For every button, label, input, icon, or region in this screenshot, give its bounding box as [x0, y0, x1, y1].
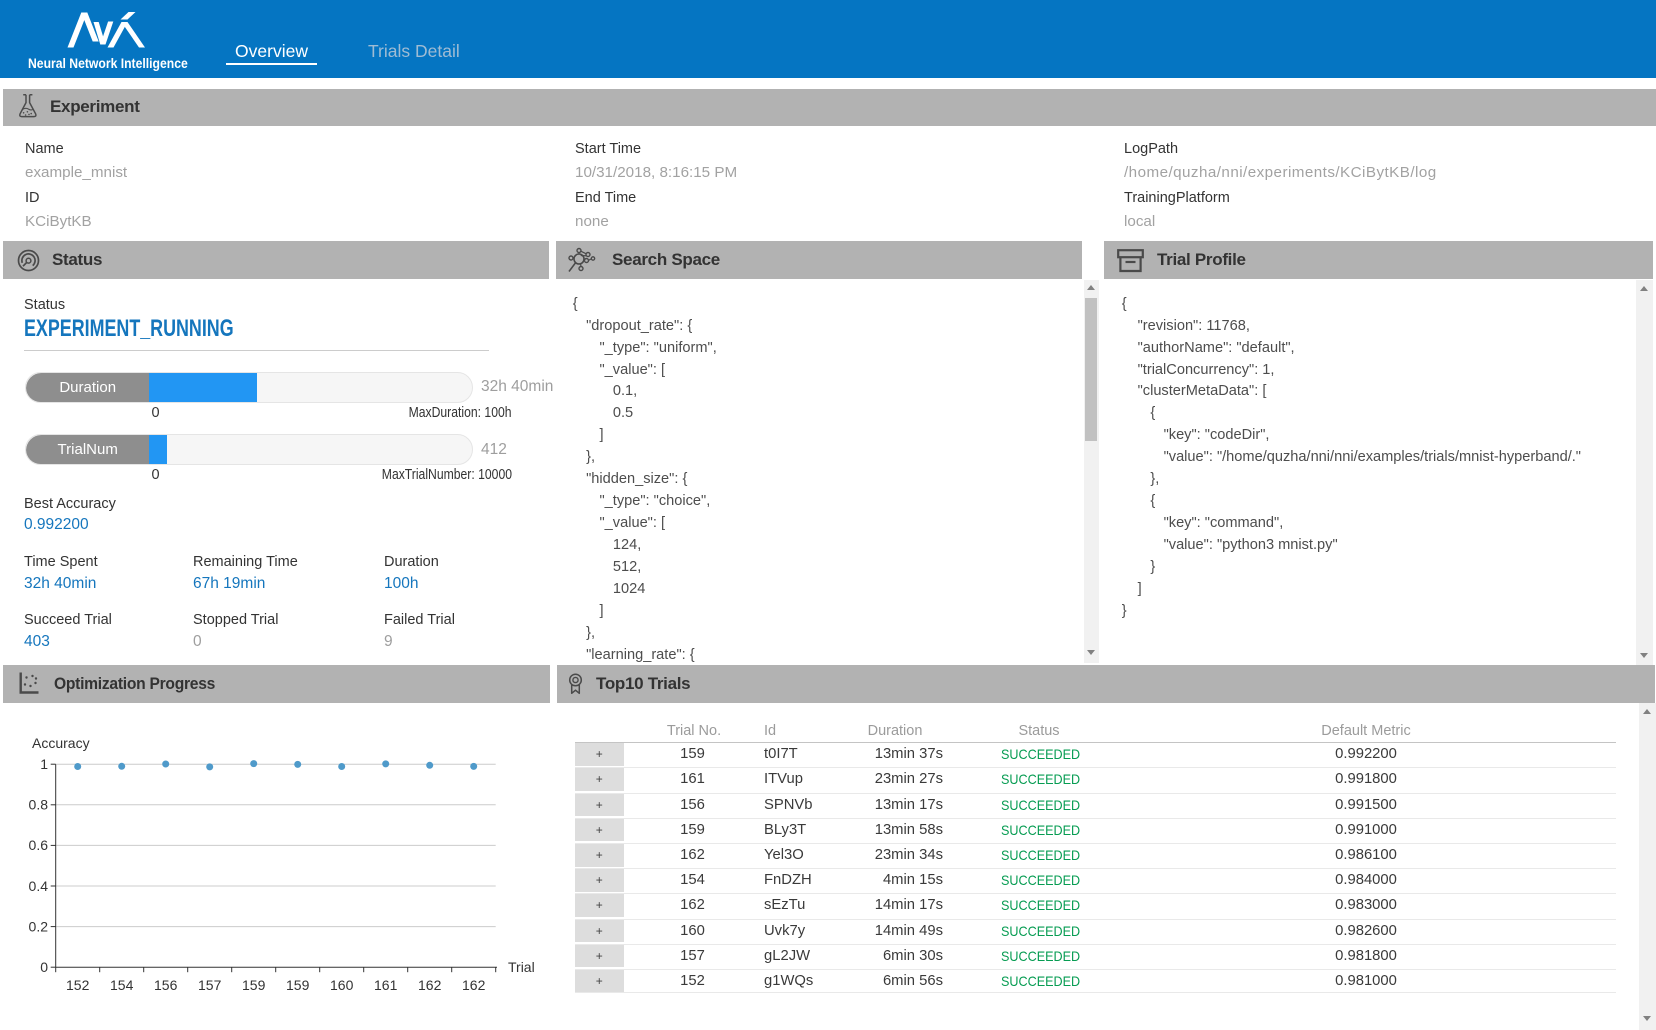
- svg-text:161: 161: [374, 977, 398, 993]
- svg-text:154: 154: [110, 977, 134, 993]
- svg-text:1: 1: [40, 756, 48, 772]
- svg-text:0.6: 0.6: [29, 837, 49, 853]
- svg-text:0: 0: [40, 959, 48, 975]
- svg-text:Accuracy: Accuracy: [32, 735, 90, 751]
- svg-text:159: 159: [242, 977, 266, 993]
- svg-text:162: 162: [462, 977, 486, 993]
- svg-text:0.8: 0.8: [29, 797, 49, 813]
- svg-text:0.4: 0.4: [29, 878, 49, 894]
- svg-text:157: 157: [198, 977, 222, 993]
- svg-text:159: 159: [286, 977, 310, 993]
- svg-text:160: 160: [330, 977, 354, 993]
- svg-text:162: 162: [418, 977, 442, 993]
- svg-text:152: 152: [66, 977, 90, 993]
- svg-text:156: 156: [154, 977, 178, 993]
- svg-text:0.2: 0.2: [29, 918, 49, 934]
- svg-text:Trial: Trial: [508, 959, 535, 975]
